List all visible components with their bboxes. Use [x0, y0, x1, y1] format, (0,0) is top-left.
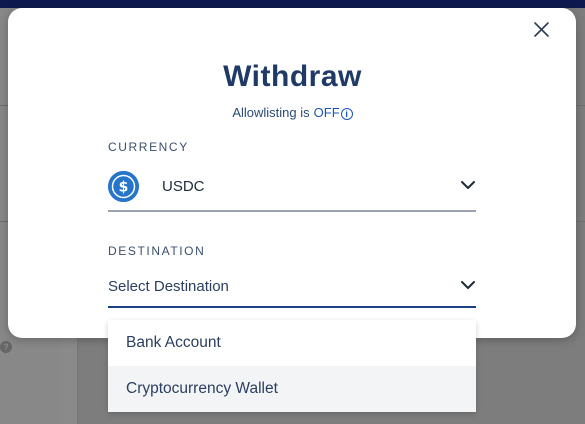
allowlisting-status-value: OFF — [313, 105, 340, 120]
info-icon[interactable]: i — [340, 108, 353, 120]
destination-option-bank-account[interactable]: Bank Account — [108, 320, 476, 366]
destination-option-crypto-wallet[interactable]: Cryptocurrency Wallet — [108, 366, 476, 412]
app-top-bar — [0, 0, 585, 8]
svg-text:$: $ — [119, 180, 129, 196]
destination-select[interactable]: Select Destination — [108, 270, 476, 308]
allowlisting-status: Allowlisting is OFF i — [0, 105, 585, 120]
help-icon: ? — [0, 341, 12, 353]
destination-value: Select Destination — [108, 278, 229, 295]
usdc-coin-icon: $ — [108, 171, 139, 202]
close-icon[interactable] — [531, 19, 553, 41]
currency-select[interactable]: $ USDC — [108, 168, 476, 212]
allowlisting-label: Allowlisting is — [232, 105, 310, 120]
destination-dropdown-menu: Bank Account Cryptocurrency Wallet — [108, 320, 476, 412]
chevron-down-icon — [461, 281, 475, 289]
destination-label: DESTINATION — [108, 244, 206, 258]
chevron-down-icon — [461, 181, 475, 189]
currency-value: USDC — [162, 178, 205, 195]
currency-label: CURRENCY — [108, 140, 189, 154]
modal-title: Withdraw — [223, 60, 362, 93]
